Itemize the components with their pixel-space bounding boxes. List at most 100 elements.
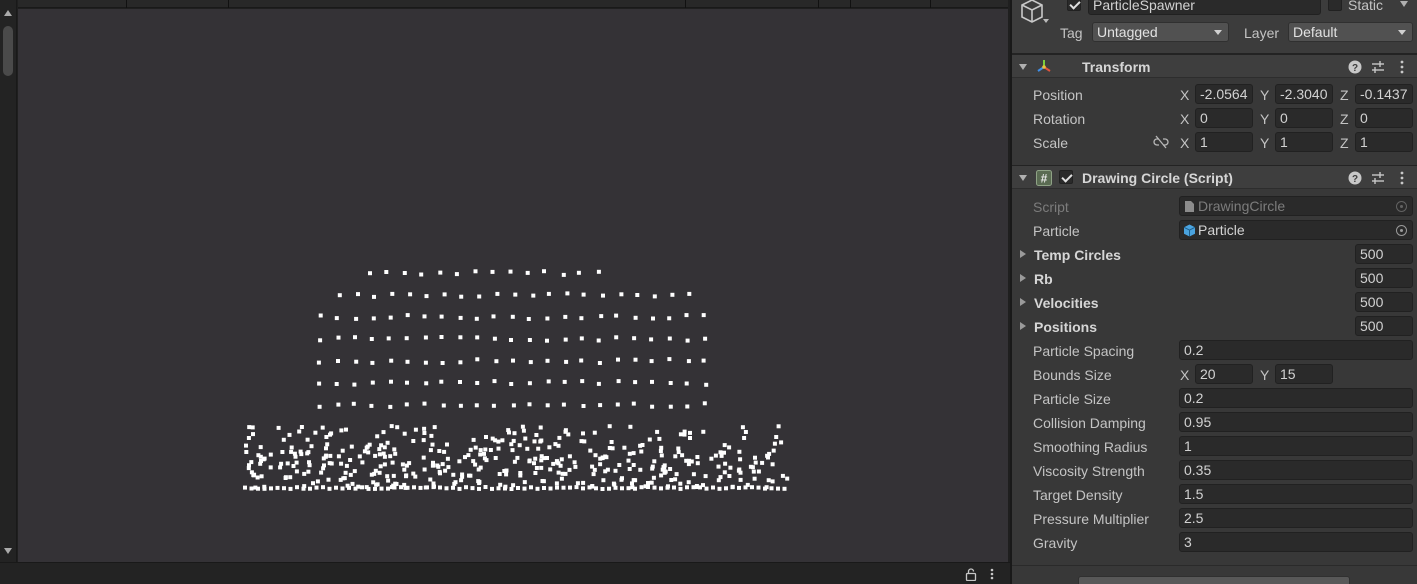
static-checkbox[interactable] bbox=[1328, 0, 1342, 11]
particle-dot bbox=[289, 445, 294, 450]
help-icon[interactable]: ? bbox=[1347, 59, 1363, 75]
scale-y-field[interactable]: 1 bbox=[1275, 132, 1333, 152]
scrollbar-thumb[interactable] bbox=[3, 26, 13, 76]
axis-y-label: Y bbox=[1260, 111, 1270, 127]
scroll-down-arrow-icon[interactable] bbox=[4, 548, 12, 554]
foldout-arrow-icon[interactable] bbox=[1019, 175, 1027, 181]
foldout-arrow-icon[interactable] bbox=[1020, 250, 1026, 258]
pressure-multiplier-label: Pressure Multiplier bbox=[1033, 511, 1149, 527]
particle-dot bbox=[622, 445, 627, 450]
particle-dot bbox=[256, 453, 261, 458]
lock-icon[interactable] bbox=[964, 567, 978, 581]
rotation-y-field[interactable]: 0 bbox=[1275, 108, 1333, 128]
rb-size-field[interactable]: 500 bbox=[1355, 268, 1413, 288]
temp-circles-label[interactable]: Temp Circles bbox=[1034, 246, 1121, 264]
chevron-down-icon bbox=[1398, 30, 1406, 35]
particle-dot bbox=[774, 435, 779, 439]
position-label: Position bbox=[1033, 87, 1083, 103]
particle-dot bbox=[520, 424, 525, 429]
presets-icon[interactable] bbox=[1370, 170, 1386, 186]
component-enabled-checkbox[interactable] bbox=[1059, 170, 1073, 184]
particle-dot bbox=[404, 474, 408, 479]
presets-icon[interactable] bbox=[1370, 59, 1386, 75]
position-z-field[interactable]: -0.1437 bbox=[1355, 84, 1413, 104]
scroll-up-arrow-icon[interactable] bbox=[4, 10, 12, 16]
transform-gizmo-icon bbox=[1037, 60, 1051, 72]
position-y-field[interactable]: -2.3040 bbox=[1275, 84, 1333, 104]
position-x-field[interactable]: -2.0564 bbox=[1195, 84, 1253, 104]
gravity-field[interactable]: 3 bbox=[1179, 532, 1413, 552]
target-density-field[interactable]: 1.5 bbox=[1179, 484, 1413, 504]
particle-dot bbox=[750, 465, 755, 470]
unlink-icon[interactable] bbox=[1153, 135, 1169, 149]
scale-x-field[interactable]: 1 bbox=[1195, 132, 1253, 152]
rb-label[interactable]: Rb bbox=[1034, 270, 1053, 288]
particle-dot bbox=[686, 359, 691, 364]
bounds-size-x-field[interactable]: 20 bbox=[1195, 364, 1253, 384]
layer-dropdown[interactable]: Default bbox=[1288, 22, 1413, 42]
rotation-x-field[interactable]: 0 bbox=[1195, 108, 1253, 128]
object-picker-icon[interactable] bbox=[1396, 225, 1407, 236]
active-checkbox[interactable] bbox=[1067, 0, 1081, 11]
particle-reference-field[interactable]: Particle bbox=[1179, 220, 1413, 240]
positions-label[interactable]: Positions bbox=[1034, 318, 1097, 336]
particle-dot bbox=[613, 468, 618, 473]
scene-viewport[interactable] bbox=[18, 9, 1008, 562]
particle-dot bbox=[259, 474, 264, 479]
particle-dot bbox=[334, 316, 339, 321]
foldout-arrow-icon[interactable] bbox=[1019, 64, 1027, 70]
particle-dot bbox=[474, 403, 479, 408]
kebab-menu-icon[interactable] bbox=[1394, 170, 1410, 186]
particle-dot bbox=[454, 272, 459, 277]
particle-dot bbox=[528, 360, 533, 365]
add-component-button[interactable] bbox=[1078, 576, 1350, 584]
foldout-arrow-icon[interactable] bbox=[1020, 322, 1026, 330]
transform-header[interactable]: Transform ? bbox=[1012, 54, 1417, 78]
icon-dropdown-caret-icon[interactable] bbox=[1043, 19, 1049, 23]
particle-spacing-field[interactable]: 0.2 bbox=[1179, 340, 1413, 360]
particle-dot bbox=[546, 291, 551, 296]
help-icon[interactable]: ? bbox=[1347, 170, 1363, 186]
script-component-header[interactable]: # Drawing Circle (Script) ? bbox=[1012, 165, 1417, 189]
particle-dot bbox=[281, 437, 286, 442]
viscosity-strength-field[interactable]: 0.35 bbox=[1179, 460, 1413, 480]
particle-size-field[interactable]: 0.2 bbox=[1179, 388, 1413, 408]
particle-dot bbox=[601, 478, 606, 483]
particle-dot bbox=[561, 485, 566, 490]
particle-dot bbox=[509, 338, 513, 342]
particle-dot bbox=[559, 457, 564, 462]
particle-dot bbox=[295, 485, 299, 490]
particle-dot bbox=[458, 315, 463, 320]
particle-dot bbox=[243, 485, 247, 490]
static-dropdown-icon[interactable] bbox=[1400, 1, 1408, 7]
rotation-z-field[interactable]: 0 bbox=[1355, 108, 1413, 128]
particle-dot bbox=[567, 467, 572, 472]
velocities-size-field[interactable]: 500 bbox=[1355, 292, 1413, 312]
velocities-label[interactable]: Velocities bbox=[1034, 294, 1099, 312]
foldout-arrow-icon[interactable] bbox=[1020, 298, 1026, 306]
tag-dropdown[interactable]: Untagged bbox=[1092, 22, 1229, 42]
temp-circles-size-field[interactable]: 500 bbox=[1355, 244, 1413, 264]
particle-dot bbox=[599, 314, 604, 319]
particle-dot bbox=[718, 450, 723, 455]
pressure-multiplier-field[interactable]: 2.5 bbox=[1179, 508, 1413, 528]
particle-dot bbox=[451, 485, 455, 490]
particle-dot bbox=[659, 486, 663, 491]
foldout-arrow-icon[interactable] bbox=[1020, 274, 1026, 282]
particle-dot bbox=[438, 485, 442, 490]
particle-dot bbox=[347, 485, 351, 490]
positions-size-field[interactable]: 500 bbox=[1355, 316, 1413, 336]
collision-damping-field[interactable]: 0.95 bbox=[1179, 412, 1413, 432]
vertical-scrollbar[interactable] bbox=[0, 0, 17, 562]
scale-z-field[interactable]: 1 bbox=[1355, 132, 1413, 152]
particle-dot bbox=[598, 462, 603, 467]
particle-dot bbox=[370, 380, 375, 385]
smoothing-radius-field[interactable]: 1 bbox=[1179, 436, 1413, 456]
object-name-field[interactable]: ParticleSpawner bbox=[1088, 0, 1321, 15]
kebab-menu-icon[interactable] bbox=[1394, 59, 1410, 75]
cube-icon[interactable] bbox=[1019, 0, 1045, 24]
particle-dot bbox=[299, 452, 304, 457]
bounds-size-y-field[interactable]: 15 bbox=[1275, 364, 1333, 384]
kebab-menu-icon[interactable] bbox=[988, 567, 996, 581]
particle-dot bbox=[592, 467, 597, 472]
